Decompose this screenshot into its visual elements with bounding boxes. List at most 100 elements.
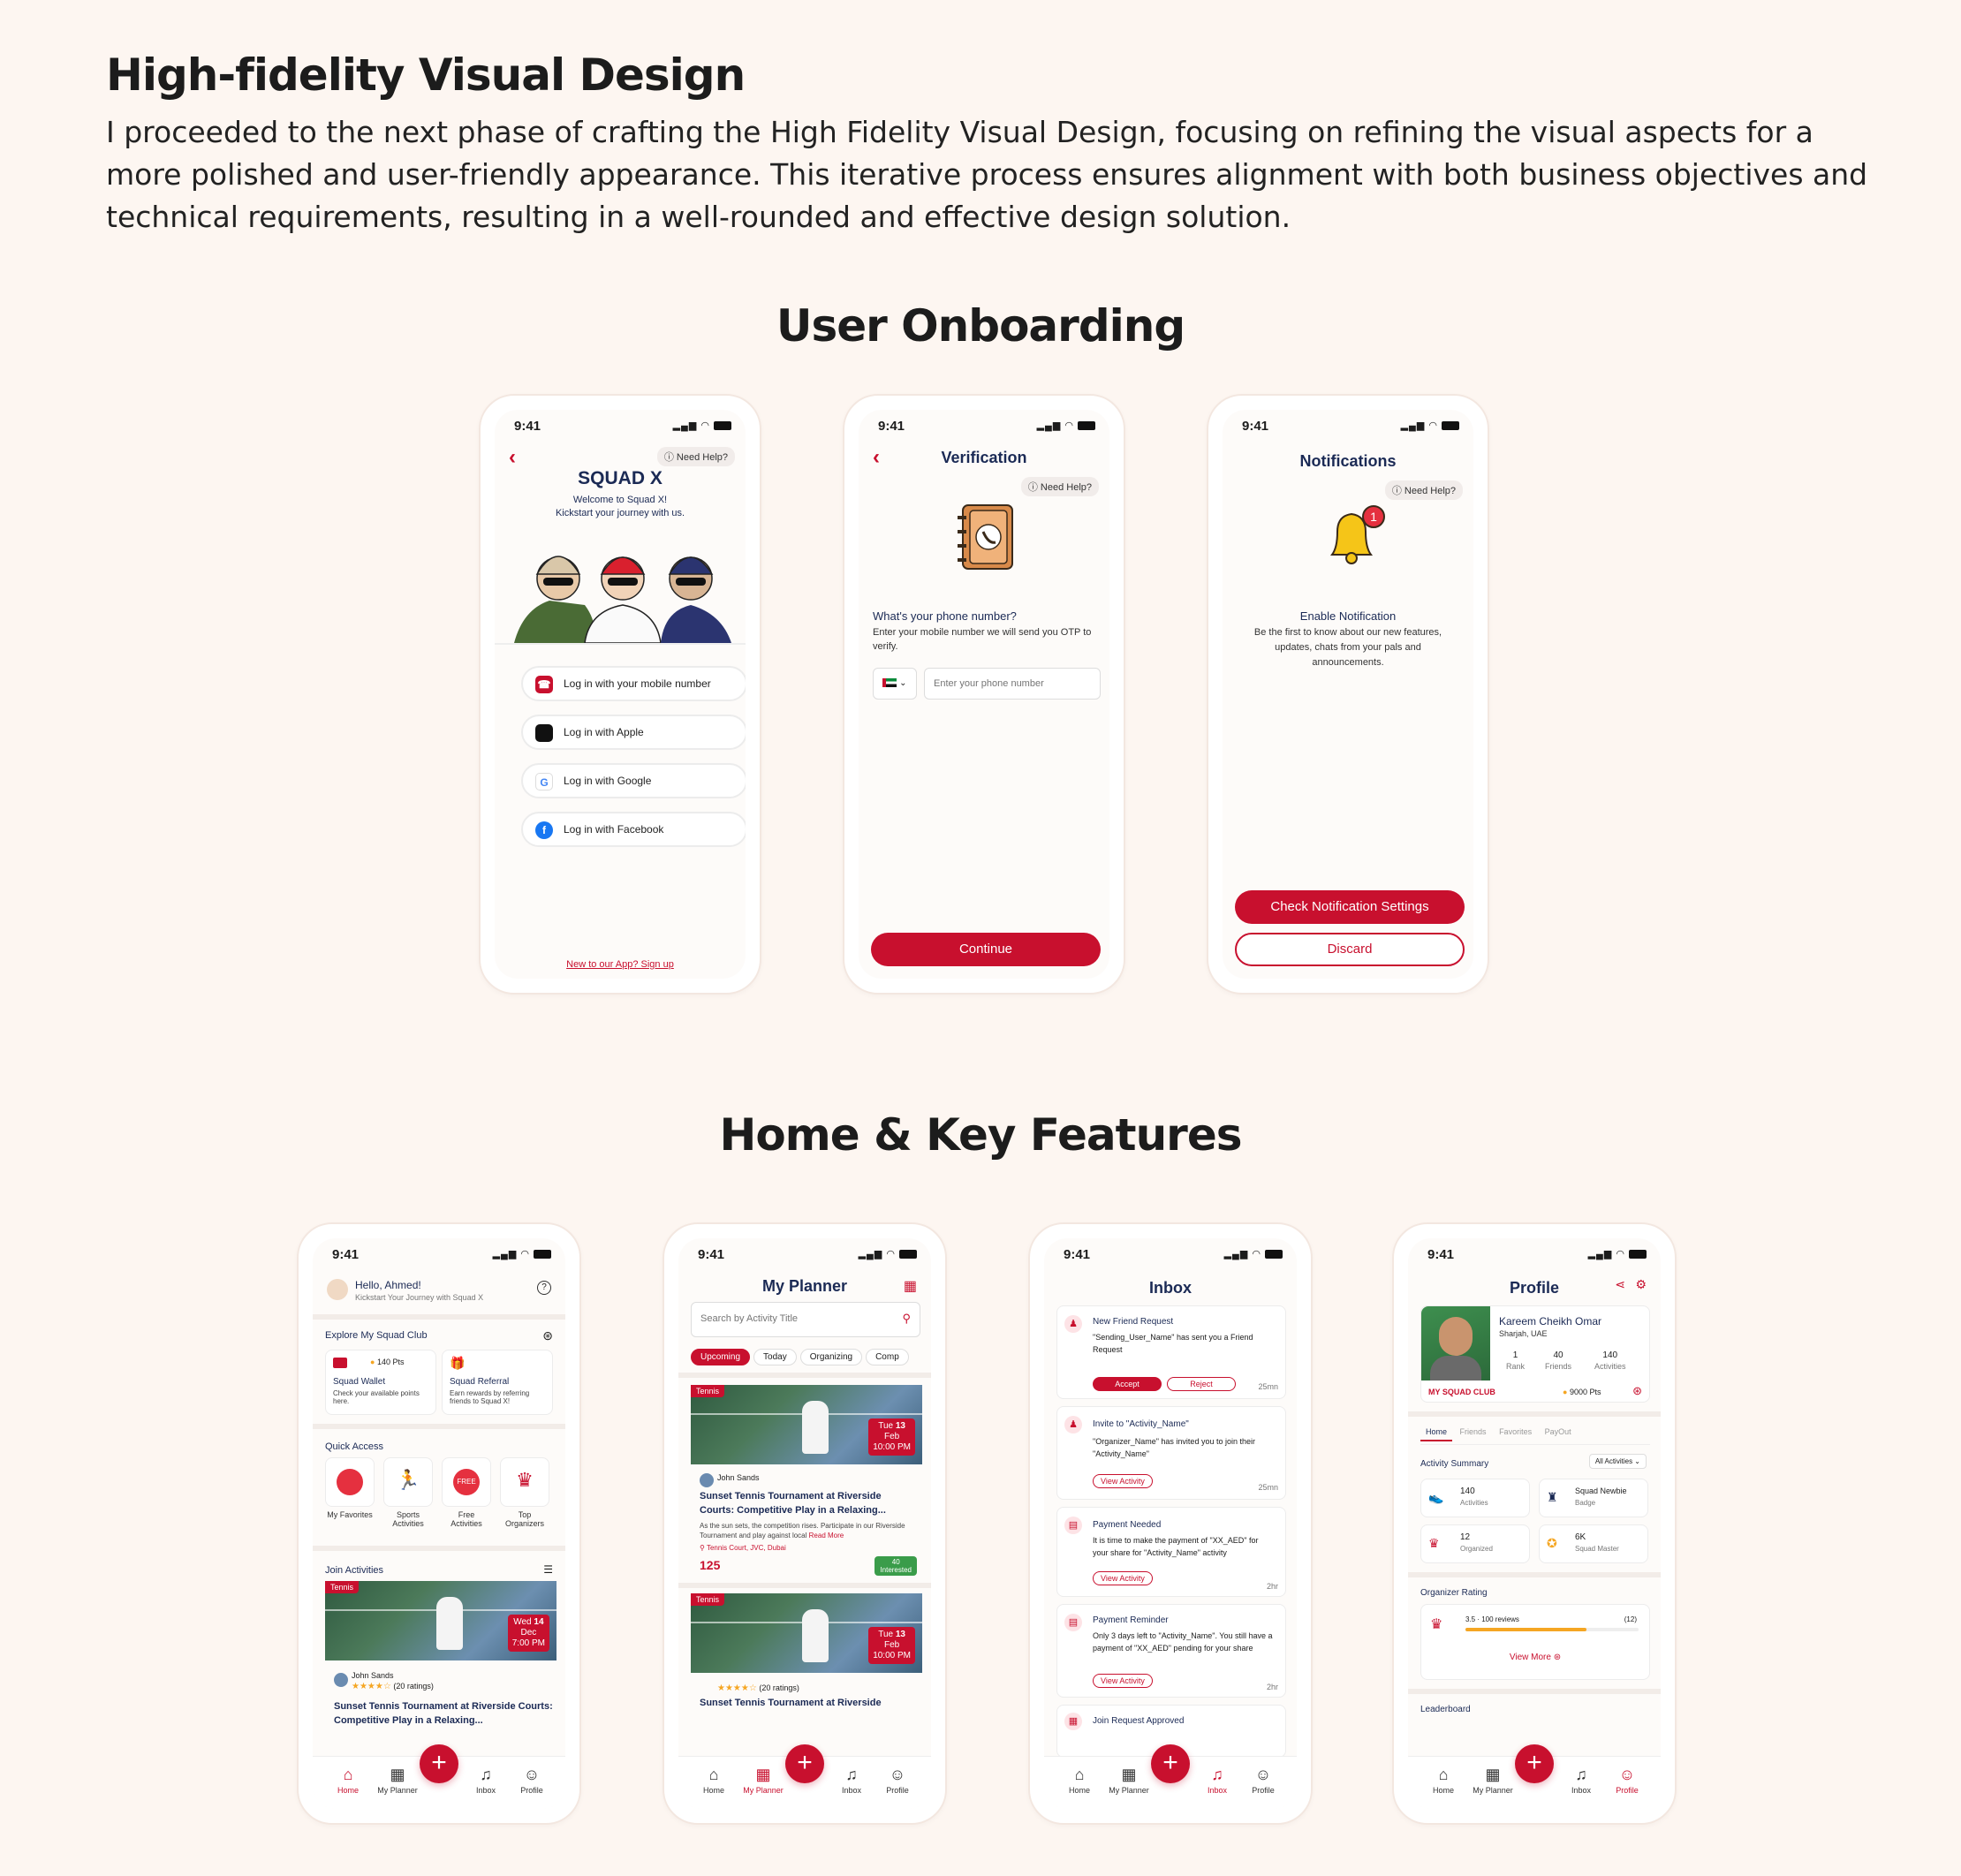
- continue-button[interactable]: Continue: [871, 933, 1101, 966]
- need-help-button[interactable]: ⓘ Need Help?: [1020, 477, 1099, 496]
- tab-payout[interactable]: PayOut: [1540, 1427, 1577, 1436]
- gear-icon[interactable]: ⚙: [1635, 1277, 1647, 1292]
- phonebook-icon: [958, 504, 1013, 570]
- nav-inbox[interactable]: ♫ Inbox: [1191, 1766, 1244, 1795]
- need-help-button[interactable]: ⓘ Need Help?: [656, 447, 735, 466]
- view-activity-button[interactable]: View Activity: [1093, 1672, 1153, 1688]
- verification-screen: 9:41 ▂▄▆ ◠ ‹ Verification ⓘ Need Help? Wh…: [859, 410, 1109, 979]
- tab-favorites[interactable]: Favorites: [1494, 1427, 1537, 1436]
- squad-referral-card[interactable]: 🎁 Squad Referral Earn rewards by referri…: [442, 1350, 553, 1415]
- planner-search[interactable]: ⚲: [691, 1302, 920, 1337]
- login-mobile-button[interactable]: ☎ Log in with your mobile number: [521, 666, 746, 701]
- inbox-screen: 9:41 ▂▄▆ ◠ Inbox ♟ New Friend Request "Se…: [1044, 1238, 1297, 1809]
- quick-organizers[interactable]: ♛: [500, 1457, 549, 1507]
- login-facebook-button[interactable]: f Log in with Facebook: [521, 812, 746, 847]
- activity-title[interactable]: Sunset Tennis Tournament at Riverside Co…: [700, 1489, 912, 1517]
- activity-date: Tue 13 Feb 10:00 PM: [868, 1627, 915, 1664]
- quick-free[interactable]: FREE: [442, 1457, 491, 1507]
- tab-today[interactable]: Today: [753, 1349, 797, 1365]
- nav-planner[interactable]: ▦ My Planner: [1102, 1766, 1155, 1795]
- nav-home[interactable]: ⌂ Home: [687, 1766, 740, 1795]
- inbox-item-title: Payment Needed: [1093, 1520, 1162, 1530]
- quick-favorites[interactable]: [325, 1457, 375, 1507]
- nav-profile[interactable]: ☺ Profile: [871, 1766, 924, 1795]
- login-mobile-label: Log in with your mobile number: [564, 677, 711, 690]
- profile-photo: [1421, 1306, 1490, 1381]
- login-apple-button[interactable]: Log in with Apple: [521, 715, 746, 750]
- activity-title[interactable]: Sunset Tennis Tournament at Riverside Co…: [334, 1699, 555, 1728]
- read-more-link[interactable]: Read More: [809, 1532, 844, 1539]
- arrow-circle-icon[interactable]: ⊛: [1632, 1384, 1642, 1398]
- tab-organizing[interactable]: Organizing: [799, 1349, 863, 1365]
- country-code-select[interactable]: ⌄: [873, 668, 917, 700]
- check-settings-button[interactable]: Check Notification Settings: [1235, 890, 1465, 924]
- need-help-button[interactable]: ⓘ Need Help?: [1384, 480, 1463, 500]
- accept-button[interactable]: Accept: [1093, 1377, 1162, 1391]
- inbox-item[interactable]: ▤ Payment Reminder Only 3 days left to "…: [1056, 1604, 1286, 1698]
- inbox-item-title: Payment Reminder: [1093, 1615, 1169, 1625]
- bell-icon: ♫: [1575, 1766, 1587, 1783]
- tab-completed[interactable]: Comp: [866, 1349, 909, 1365]
- home-phone: 9:41 ▂▄▆ ◠ Hello, Ahmed! Kickstart Your J…: [297, 1222, 581, 1825]
- inbox-item[interactable]: ♟ Invite to "Activity_Name" "Organizer_N…: [1056, 1406, 1286, 1500]
- reject-button[interactable]: Reject: [1167, 1377, 1236, 1391]
- rating-count: (12): [1624, 1615, 1637, 1623]
- activity-title-2[interactable]: Sunset Tennis Tournament at Riverside: [700, 1698, 882, 1708]
- nav-inbox[interactable]: ♫ Inbox: [825, 1766, 878, 1795]
- profile-card: Kareem Cheikh Omar Sharjah, UAE 1 Rank 40…: [1420, 1305, 1650, 1403]
- nav-profile[interactable]: ☺ Profile: [1601, 1766, 1654, 1795]
- nav-home[interactable]: ⌂ Home: [322, 1766, 375, 1795]
- calendar-icon[interactable]: ▦: [904, 1277, 917, 1295]
- tab-upcoming[interactable]: Upcoming: [691, 1349, 751, 1365]
- home-icon: ⌂: [1438, 1766, 1449, 1783]
- nav-profile[interactable]: ☺ Profile: [505, 1766, 558, 1795]
- add-button[interactable]: +: [785, 1744, 824, 1783]
- search-icon[interactable]: ⚲: [902, 1312, 911, 1326]
- notifications-title: Notifications: [1299, 452, 1397, 470]
- activity-price: 125: [700, 1558, 721, 1572]
- activity-photo[interactable]: Tennis Wed 14 Dec 7:00 PM: [325, 1581, 556, 1660]
- phone-number-input[interactable]: [924, 668, 1101, 700]
- nav-profile[interactable]: ☺ Profile: [1237, 1766, 1290, 1795]
- view-more-link[interactable]: View More ⊛: [1421, 1653, 1649, 1662]
- signup-link[interactable]: New to our App? Sign up: [495, 959, 746, 970]
- nav-planner[interactable]: ▦ My Planner: [737, 1766, 790, 1795]
- badge-icon: ♜: [1547, 1490, 1558, 1504]
- status-time: 9:41: [514, 419, 541, 434]
- tab-friends[interactable]: Friends: [1455, 1427, 1492, 1436]
- avatar[interactable]: [327, 1279, 348, 1300]
- tab-home[interactable]: Home: [1420, 1427, 1453, 1441]
- squad-wallet-card[interactable]: ● 140 Pts Squad Wallet Check your availa…: [325, 1350, 436, 1415]
- nav-inbox[interactable]: ♫ Inbox: [459, 1766, 512, 1795]
- view-activity-button[interactable]: View Activity: [1093, 1570, 1153, 1585]
- view-activity-button[interactable]: View Activity: [1093, 1472, 1153, 1488]
- filter-icon[interactable]: ☰: [543, 1563, 553, 1576]
- activity-photo[interactable]: Tennis Tue 13 Feb 10:00 PM: [691, 1385, 922, 1464]
- help-icon[interactable]: ?: [537, 1281, 551, 1295]
- nav-inbox[interactable]: ♫ Inbox: [1555, 1766, 1608, 1795]
- status-bar: 9:41 ▂▄▆ ◠: [495, 410, 746, 443]
- planner-tabs: Upcoming Today Organizing Comp: [691, 1348, 912, 1365]
- signal-icons: ▂▄▆ ◠: [493, 1248, 551, 1259]
- back-arrow-icon[interactable]: ‹: [509, 445, 516, 470]
- quick-sports[interactable]: 🏃: [383, 1457, 433, 1507]
- inbox-item[interactable]: ▤ Payment Needed It is time to make the …: [1056, 1507, 1286, 1597]
- arrow-circle-icon[interactable]: ⊛: [542, 1328, 553, 1343]
- nav-home[interactable]: ⌂ Home: [1053, 1766, 1106, 1795]
- activity-photo-2[interactable]: Tennis Tue 13 Feb 10:00 PM: [691, 1593, 922, 1673]
- login-google-button[interactable]: G Log in with Google: [521, 763, 746, 798]
- add-button[interactable]: +: [1151, 1744, 1190, 1783]
- phone-hint: Enter your mobile number we will send yo…: [873, 627, 1092, 652]
- add-button[interactable]: +: [420, 1744, 458, 1783]
- inbox-item[interactable]: ♟ New Friend Request "Sending_User_Name"…: [1056, 1305, 1286, 1399]
- nav-planner[interactable]: ▦ My Planner: [371, 1766, 424, 1795]
- activity-filter-select[interactable]: All Activities ⌄: [1588, 1454, 1647, 1469]
- add-button[interactable]: +: [1515, 1744, 1554, 1783]
- calendar-icon: ▦: [1121, 1766, 1137, 1783]
- share-icon[interactable]: ⋖: [1615, 1277, 1625, 1292]
- signal-icons: ▂▄▆ ◠: [1037, 420, 1095, 431]
- nav-home[interactable]: ⌂ Home: [1417, 1766, 1470, 1795]
- discard-button[interactable]: Discard: [1235, 933, 1465, 966]
- search-input[interactable]: [700, 1303, 895, 1335]
- nav-planner[interactable]: ▦ My Planner: [1466, 1766, 1519, 1795]
